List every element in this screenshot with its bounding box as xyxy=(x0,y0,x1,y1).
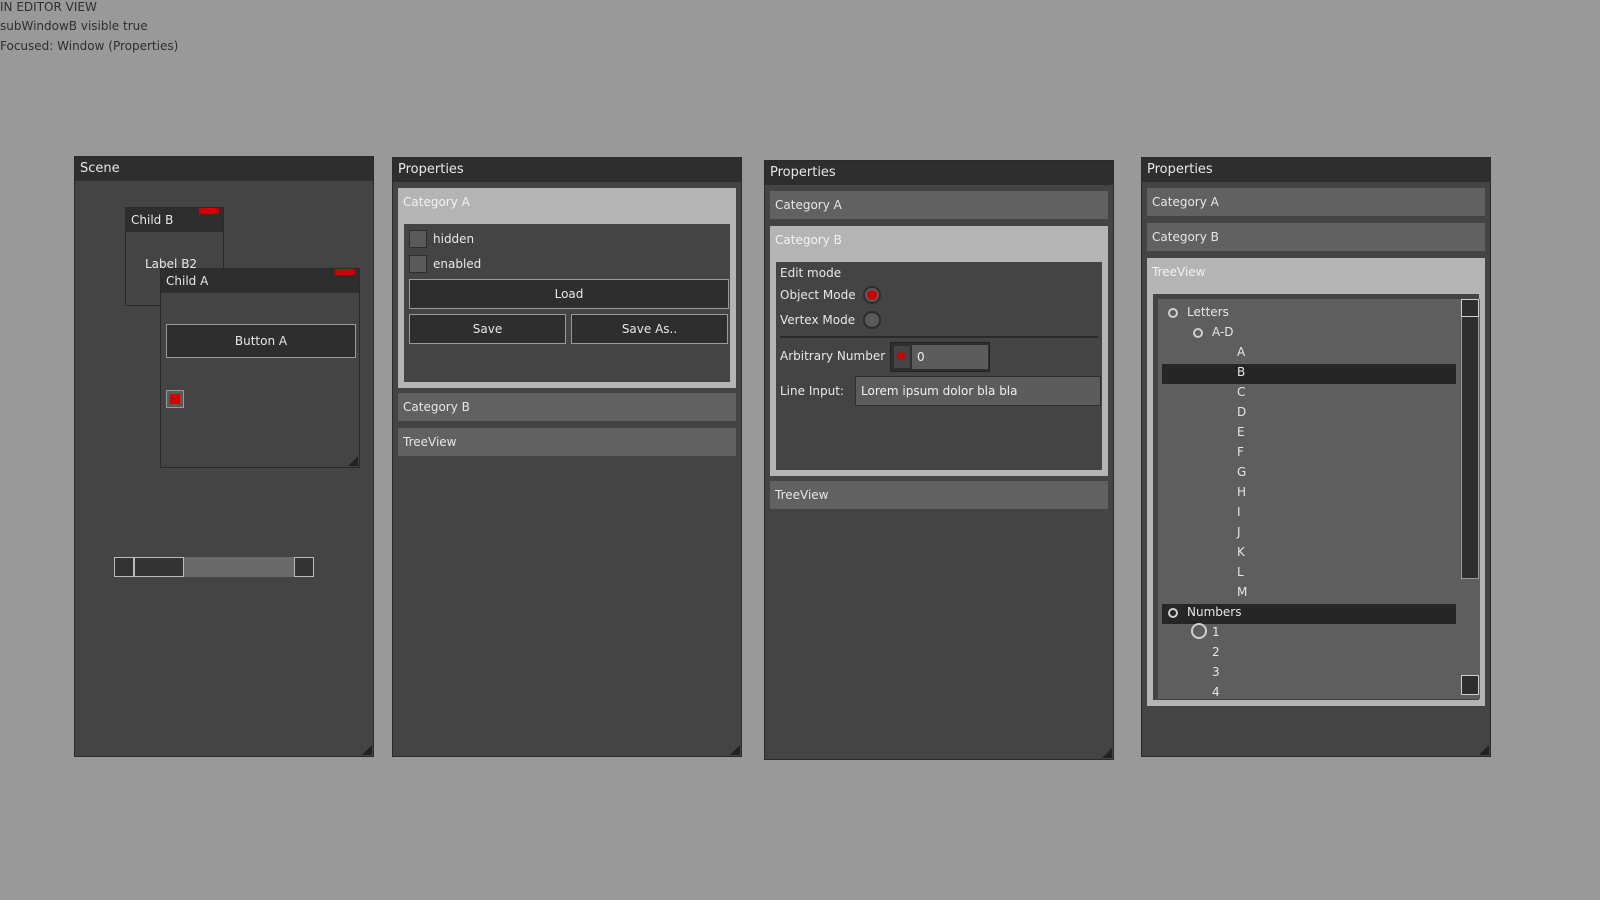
treeview-panel: TreeView Letters A-D A B C D E F G H I J… xyxy=(1147,258,1485,706)
letters-bullet-icon[interactable] xyxy=(1168,308,1178,318)
properties-2-resize-grip-icon[interactable] xyxy=(1102,748,1112,758)
tree-leaf[interactable]: G xyxy=(1237,465,1246,479)
category-b-body: Edit mode Object Mode Vertex Mode Arbitr… xyxy=(776,262,1102,470)
treeview-header[interactable]: TreeView xyxy=(1147,258,1485,286)
arbitrary-number-value[interactable]: 0 xyxy=(912,345,988,369)
tree-leaf[interactable]: I xyxy=(1237,505,1241,519)
properties-1-resize-grip-icon[interactable] xyxy=(730,745,740,755)
child-b-close-icon[interactable] xyxy=(199,208,219,214)
category-a-header[interactable]: Category A xyxy=(1147,188,1485,216)
scroll-thumb[interactable] xyxy=(134,557,184,577)
edit-mode-label: Edit mode xyxy=(780,266,842,280)
hidden-label: hidden xyxy=(433,232,475,246)
status-view-mode: IN EDITOR VIEW xyxy=(0,0,97,14)
object-mode-radio[interactable] xyxy=(863,286,881,304)
properties-1-title[interactable]: Properties xyxy=(393,158,741,182)
tree-leaf[interactable]: 1 xyxy=(1212,625,1220,639)
tree-node-a-d[interactable]: A-D xyxy=(1212,325,1234,339)
tree-scroll-down-button[interactable] xyxy=(1461,675,1479,695)
treeview-header[interactable]: TreeView xyxy=(770,481,1108,509)
tree-leaf[interactable]: F xyxy=(1237,445,1244,459)
status-focused: Focused: Window (Properties) xyxy=(0,39,179,53)
tree-node-numbers[interactable]: Numbers xyxy=(1187,605,1241,619)
tree-leaf[interactable]: 4 xyxy=(1212,685,1220,699)
scroll-right-button[interactable] xyxy=(294,557,314,577)
category-a-header[interactable]: Category A xyxy=(398,188,736,216)
object-mode-label: Object Mode xyxy=(780,288,856,302)
tree-leaf[interactable]: 2 xyxy=(1212,645,1220,659)
child-a-close-icon[interactable] xyxy=(335,269,355,275)
scene-window-title[interactable]: Scene xyxy=(75,157,373,181)
tree-leaf[interactable]: L xyxy=(1237,565,1244,579)
child-a-checkbox[interactable] xyxy=(166,390,184,408)
tree-leaf-selected[interactable]: B xyxy=(1237,365,1245,379)
properties-window-2[interactable]: Properties Category A Category B Edit mo… xyxy=(764,160,1114,760)
number-1-radio-icon[interactable] xyxy=(1191,623,1207,639)
horizontal-scrollbar[interactable] xyxy=(114,557,314,577)
treeview-body: Letters A-D A B C D E F G H I J K L M Nu… xyxy=(1153,294,1480,700)
ad-bullet-icon[interactable] xyxy=(1193,328,1203,338)
tree-leaf[interactable]: D xyxy=(1237,405,1246,419)
category-a-body: hidden enabled Load Save Save As.. xyxy=(404,224,730,382)
save-button[interactable]: Save xyxy=(409,314,566,344)
properties-3-resize-grip-icon[interactable] xyxy=(1479,745,1489,755)
tree-scroll-thumb[interactable] xyxy=(1461,299,1479,579)
tree-leaf[interactable]: J xyxy=(1237,525,1241,539)
tree-leaf[interactable]: E xyxy=(1237,425,1245,439)
tree-leaf[interactable]: M xyxy=(1237,585,1247,599)
divider xyxy=(780,336,1098,338)
child-a-window[interactable]: Child A Button A xyxy=(160,268,360,468)
line-input-label: Line Input: xyxy=(780,384,844,398)
treeview-header[interactable]: TreeView xyxy=(398,428,736,456)
vertex-mode-radio[interactable] xyxy=(863,311,881,329)
category-b-panel: Category B Edit mode Object Mode Vertex … xyxy=(770,226,1108,476)
category-b-header[interactable]: Category B xyxy=(1147,223,1485,251)
enabled-label: enabled xyxy=(433,257,482,271)
properties-3-title[interactable]: Properties xyxy=(1142,158,1490,182)
category-a-panel: Category A hidden enabled Load Save Save… xyxy=(398,188,736,388)
save-as-button[interactable]: Save As.. xyxy=(571,314,728,344)
arbitrary-number-label: Arbitrary Number xyxy=(780,349,886,363)
tree-leaf[interactable]: 3 xyxy=(1212,665,1220,679)
category-b-header[interactable]: Category B xyxy=(770,226,1108,254)
properties-window-1[interactable]: Properties Category A hidden enabled Loa… xyxy=(392,157,742,757)
properties-window-3[interactable]: Properties Category A Category B TreeVie… xyxy=(1141,157,1491,757)
status-subwindow: subWindowB visible true xyxy=(0,19,148,33)
scroll-left-button[interactable] xyxy=(114,557,134,577)
tree-leaf[interactable]: K xyxy=(1237,545,1245,559)
button-a[interactable]: Button A xyxy=(166,324,356,358)
tree-node-letters[interactable]: Letters xyxy=(1187,305,1229,319)
child-a-title[interactable]: Child A xyxy=(161,269,359,293)
checkbox-check-icon xyxy=(170,394,180,404)
arbitrary-number-spinbox[interactable]: 0 xyxy=(890,342,990,372)
properties-2-title[interactable]: Properties xyxy=(765,161,1113,185)
enabled-checkbox[interactable] xyxy=(409,255,427,273)
numbers-bullet-icon[interactable] xyxy=(1168,608,1178,618)
tree-leaf[interactable]: A xyxy=(1237,345,1245,359)
tree-leaf[interactable]: C xyxy=(1237,385,1245,399)
tree-scroll-up-button[interactable] xyxy=(1461,299,1479,317)
hidden-checkbox[interactable] xyxy=(409,230,427,248)
category-b-header[interactable]: Category B xyxy=(398,393,736,421)
load-button[interactable]: Load xyxy=(409,279,729,309)
scene-window[interactable]: Scene Child B Label B2 Child A Button A xyxy=(74,156,374,757)
drag-dot-icon xyxy=(897,352,905,360)
tree-leaf[interactable]: H xyxy=(1237,485,1246,499)
child-a-resize-grip-icon[interactable] xyxy=(348,456,358,466)
line-input-field[interactable]: Lorem ipsum dolor bla bla xyxy=(855,376,1101,406)
tree-view[interactable]: Letters A-D A B C D E F G H I J K L M Nu… xyxy=(1158,299,1480,699)
tree-vertical-scrollbar[interactable] xyxy=(1460,299,1480,699)
vertex-mode-label: Vertex Mode xyxy=(780,313,856,327)
scene-resize-grip-icon[interactable] xyxy=(362,745,372,755)
spinbox-drag-handle[interactable] xyxy=(893,345,911,369)
category-a-header[interactable]: Category A xyxy=(770,191,1108,219)
tree-selection-b xyxy=(1162,364,1456,384)
